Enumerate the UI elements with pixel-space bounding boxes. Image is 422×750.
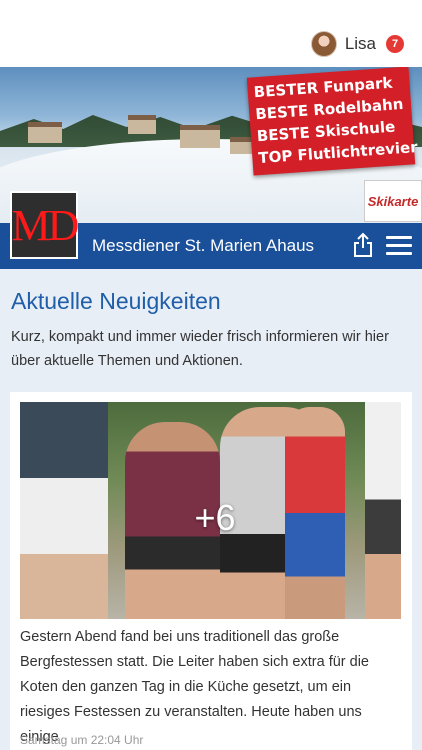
notification-badge[interactable]: 7: [386, 35, 404, 53]
share-button[interactable]: [352, 232, 374, 258]
advertisement-banner[interactable]: BESTER Funpark BESTE Rodelbahn BESTE Ski…: [246, 67, 418, 176]
app-title: Messdiener St. Marien Ahaus: [92, 236, 315, 255]
hamburger-menu-icon[interactable]: [386, 236, 412, 256]
post-photo[interactable]: +6: [20, 402, 401, 619]
person: [365, 402, 401, 619]
logo-text: MD: [11, 200, 80, 250]
avatar[interactable]: [310, 31, 337, 57]
user-name[interactable]: Lisa: [345, 34, 376, 54]
building: [230, 137, 252, 154]
app-logo[interactable]: MD: [10, 191, 80, 259]
top-bar: Lisa 7: [0, 0, 422, 67]
section-title: Aktuelle Neuigkeiten: [11, 288, 221, 314]
person: [285, 407, 345, 619]
building: [28, 122, 62, 143]
post-text: Gestern Abend fand bei uns traditionell …: [20, 629, 369, 745]
news-card[interactable]: +6 Gestern Abend fand bei uns traditione…: [10, 392, 412, 750]
user-menu[interactable]: Lisa 7: [310, 30, 404, 58]
more-photos-count[interactable]: +6: [190, 497, 240, 539]
building: [128, 115, 156, 134]
section-intro: Kurz, kompakt und immer wieder frisch in…: [11, 329, 389, 369]
person: [20, 402, 108, 619]
post-timestamp: Samstag um 22:04 Uhr: [20, 733, 144, 747]
building: [180, 125, 220, 148]
share-icon: [354, 232, 372, 257]
advertiser-logo[interactable]: Skikarte: [364, 180, 422, 222]
